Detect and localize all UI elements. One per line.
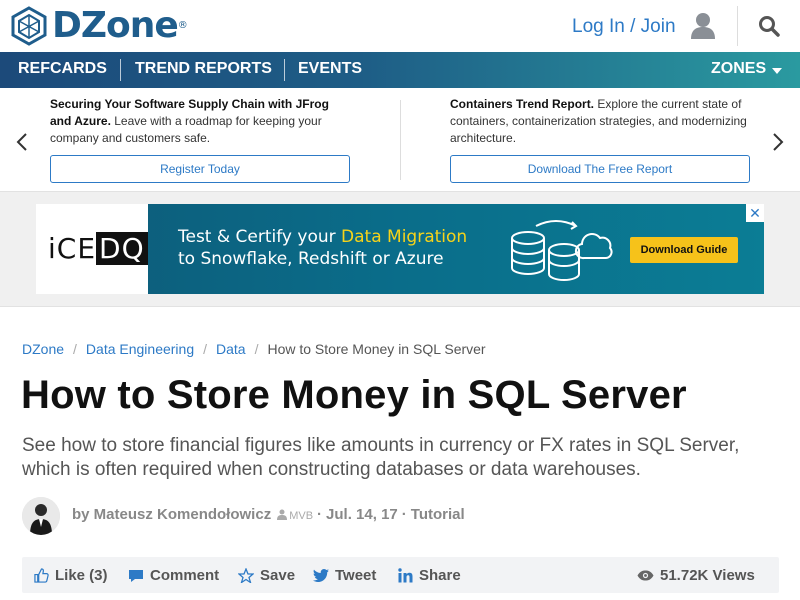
chevron-left-icon[interactable]	[16, 132, 28, 157]
nav-separator	[284, 59, 285, 81]
views-count: 51.72K Views	[637, 567, 755, 584]
nav-events[interactable]: EVENTS	[298, 60, 362, 78]
ad-logo-box: iCE DQ	[36, 204, 148, 294]
chevron-down-icon[interactable]	[772, 68, 782, 74]
article-actions-bar: Like (3) Comment Save Tweet Share 51.72K…	[22, 557, 779, 593]
promo-carousel: Securing Your Software Supply Chain with…	[0, 88, 800, 192]
chevron-right-icon[interactable]	[772, 132, 784, 157]
article-byline: by Mateusz Komendołowicz MVB · Jul. 14, 17 ·…	[72, 506, 465, 523]
twitter-icon	[313, 569, 329, 582]
logo-wordmark: DZone®	[52, 5, 188, 46]
tweet-button[interactable]: Tweet	[313, 567, 376, 584]
register-today-button[interactable]: Register Today	[50, 155, 350, 183]
avatar[interactable]	[22, 497, 60, 535]
star-icon	[238, 568, 254, 583]
download-report-button[interactable]: Download The Free Report	[450, 155, 750, 183]
logo-hex-icon	[11, 6, 47, 46]
login-join-link[interactable]: Log In / Join	[572, 16, 676, 38]
header-divider	[737, 6, 738, 46]
advertisement-banner[interactable]: iCE DQ Test & Certify your Data Migration…	[36, 204, 764, 294]
share-button[interactable]: Share	[398, 567, 461, 584]
site-header: DZone® Log In / Join	[0, 0, 800, 52]
promo-text-left: Securing Your Software Supply Chain with…	[50, 97, 329, 145]
download-guide-button[interactable]: Download Guide	[630, 237, 738, 263]
main-nav: REFCARDS TREND REPORTS EVENTS ZONES	[0, 52, 800, 88]
mvb-badge: MVB	[277, 509, 313, 522]
like-button[interactable]: Like (3)	[34, 567, 108, 584]
article-date: Jul. 14, 17	[326, 506, 398, 523]
comment-button[interactable]: Comment	[128, 567, 219, 584]
zones-menu[interactable]: ZONES	[711, 60, 766, 78]
breadcrumb-dzone[interactable]: DZone	[22, 341, 64, 357]
user-icon[interactable]	[690, 12, 716, 45]
promo-divider	[400, 100, 401, 180]
person-icon	[277, 509, 288, 520]
nav-refcards[interactable]: REFCARDS	[18, 60, 107, 78]
article-header: DZone / Data Engineering / Data / How to Store…	[0, 306, 800, 600]
nav-trend-reports[interactable]: TREND REPORTS	[135, 60, 272, 78]
breadcrumb: DZone / Data Engineering / Data / How to Store…	[22, 341, 486, 357]
article-type[interactable]: Tutorial	[411, 506, 465, 523]
database-cloud-icon	[511, 220, 613, 281]
breadcrumb-data-engineering[interactable]: Data Engineering	[86, 341, 194, 357]
icedq-logo: iCE DQ	[48, 232, 148, 265]
comment-icon	[129, 569, 143, 582]
close-icon[interactable]: ✕	[746, 204, 764, 222]
search-icon[interactable]	[758, 15, 780, 42]
thumbs-up-icon	[34, 568, 49, 583]
save-button[interactable]: Save	[238, 567, 295, 584]
dzone-logo[interactable]: DZone®	[10, 5, 188, 46]
ad-headline: Test & Certify your Data Migration to Sn…	[178, 227, 468, 269]
promo-text-right: Containers Trend Report. Explore the cur…	[450, 97, 747, 145]
page-title: How to Store Money in SQL Server	[21, 373, 687, 417]
breadcrumb-current: How to Store Money in SQL Server	[267, 341, 486, 357]
author-name[interactable]: by Mateusz Komendołowicz	[72, 506, 271, 523]
article-subtitle: See how to store financial figures like …	[22, 435, 740, 480]
eye-icon	[637, 570, 654, 581]
linkedin-icon	[398, 568, 413, 583]
breadcrumb-data[interactable]: Data	[216, 341, 246, 357]
nav-separator	[120, 59, 121, 81]
